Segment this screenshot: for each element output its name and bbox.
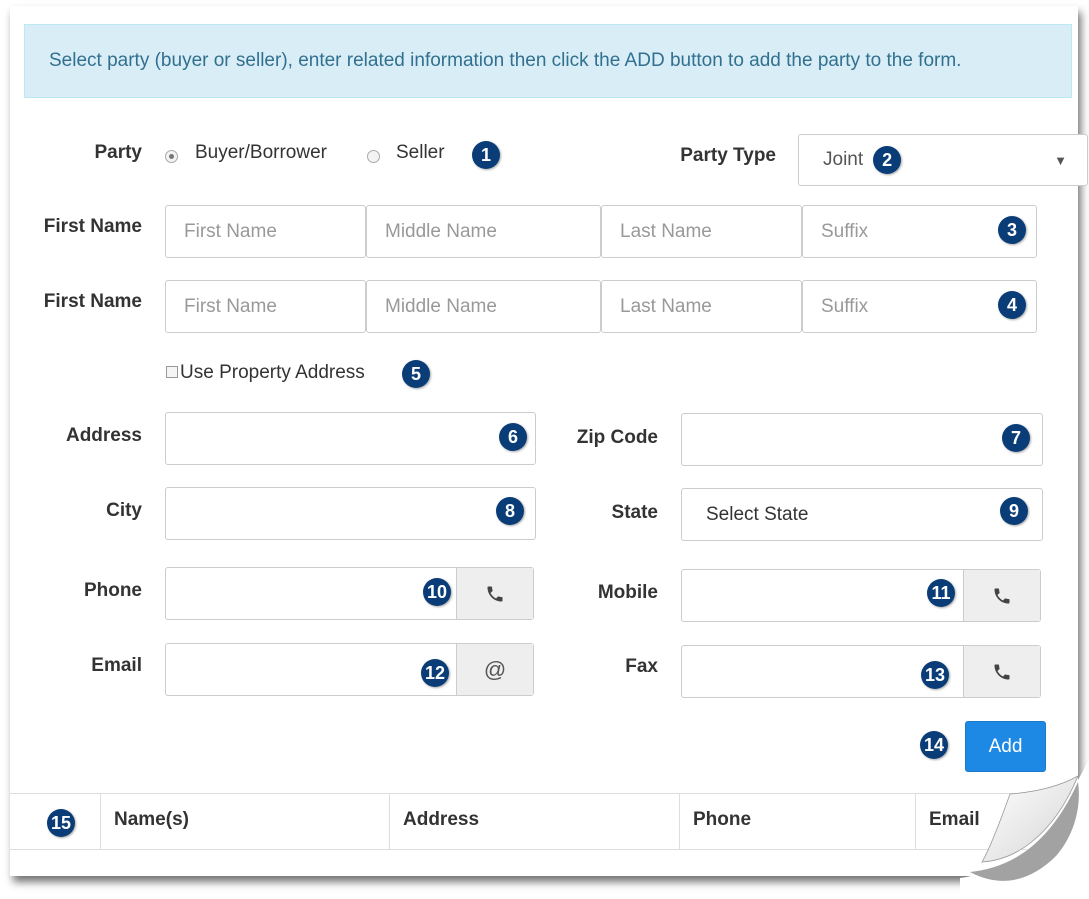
email-input[interactable]	[166, 644, 456, 695]
callout-badge-1: 1	[472, 141, 500, 169]
buyer-radio-label: Buyer/Borrower	[195, 142, 327, 163]
table-header-address[interactable]: Address	[403, 809, 479, 831]
callout-badge-10: 10	[423, 578, 451, 606]
table-top-border	[10, 793, 1078, 794]
buyer-radio[interactable]	[165, 150, 178, 163]
party-type-label: Party Type	[680, 145, 776, 166]
address-input[interactable]	[165, 412, 536, 465]
email-input-group: @	[165, 643, 534, 696]
table-header-names[interactable]: Name(s)	[114, 809, 189, 831]
callout-badge-12: 12	[421, 659, 449, 687]
seller-radio[interactable]	[367, 150, 380, 163]
callout-badge-5: 5	[402, 360, 430, 388]
middle-name-input[interactable]: Middle Name	[366, 205, 601, 258]
first-name-input[interactable]: First Name	[165, 205, 366, 258]
table-header-border	[10, 849, 1078, 850]
phone-input-group	[165, 567, 534, 620]
party-type-value: Joint	[823, 149, 864, 170]
callout-badge-13: 13	[921, 661, 949, 689]
column-divider	[679, 794, 680, 849]
callout-badge-11: 11	[927, 579, 955, 607]
mobile-input[interactable]	[682, 570, 963, 621]
table-header-phone[interactable]: Phone	[693, 809, 751, 831]
first-name-input-2[interactable]: First Name	[165, 280, 366, 333]
callout-badge-14: 14	[920, 731, 948, 759]
zip-input[interactable]	[681, 413, 1043, 466]
fax-label: Fax	[625, 656, 658, 677]
phone-icon	[963, 646, 1040, 697]
mobile-input-group	[681, 569, 1041, 622]
first-name-label: First Name	[43, 216, 142, 237]
callout-badge-7: 7	[1002, 424, 1030, 452]
state-label: State	[611, 502, 658, 523]
callout-badge-2: 2	[873, 146, 902, 174]
callout-badge-8: 8	[496, 497, 524, 525]
column-divider	[100, 794, 101, 849]
address-label: Address	[65, 425, 142, 446]
phone-icon	[963, 570, 1040, 621]
city-input[interactable]	[165, 487, 536, 540]
column-divider	[389, 794, 390, 849]
fax-input-group	[681, 645, 1041, 698]
callout-badge-6: 6	[499, 423, 527, 451]
callout-badge-4: 4	[998, 291, 1026, 319]
phone-label: Phone	[83, 580, 142, 601]
page-curl	[960, 760, 1089, 899]
at-icon: @	[456, 644, 533, 695]
middle-name-input-2[interactable]: Middle Name	[366, 280, 601, 333]
email-label: Email	[91, 655, 142, 676]
seller-radio-label: Seller	[396, 142, 445, 163]
state-select[interactable]: Select State	[681, 488, 1043, 541]
party-label: Party	[94, 142, 142, 163]
callout-badge-3: 3	[998, 216, 1026, 244]
callout-badge-9: 9	[1000, 497, 1028, 525]
chevron-down-icon: ▼	[1054, 152, 1067, 168]
mobile-label: Mobile	[597, 582, 658, 603]
zip-label: Zip Code	[576, 427, 658, 448]
use-property-label: Use Property Address	[180, 362, 365, 383]
info-alert: Select party (buyer or seller), enter re…	[24, 24, 1072, 98]
party-type-select[interactable]: Joint 2 ▼	[798, 134, 1088, 186]
last-name-input[interactable]: Last Name	[601, 205, 802, 258]
last-name-input-2[interactable]: Last Name	[601, 280, 802, 333]
first-name-label-2: First Name	[43, 291, 142, 312]
city-label: City	[106, 500, 142, 521]
phone-input[interactable]	[166, 568, 456, 619]
callout-badge-15: 15	[47, 809, 75, 837]
phone-icon	[456, 568, 533, 619]
column-divider	[915, 794, 916, 849]
use-property-checkbox[interactable]	[166, 366, 178, 378]
